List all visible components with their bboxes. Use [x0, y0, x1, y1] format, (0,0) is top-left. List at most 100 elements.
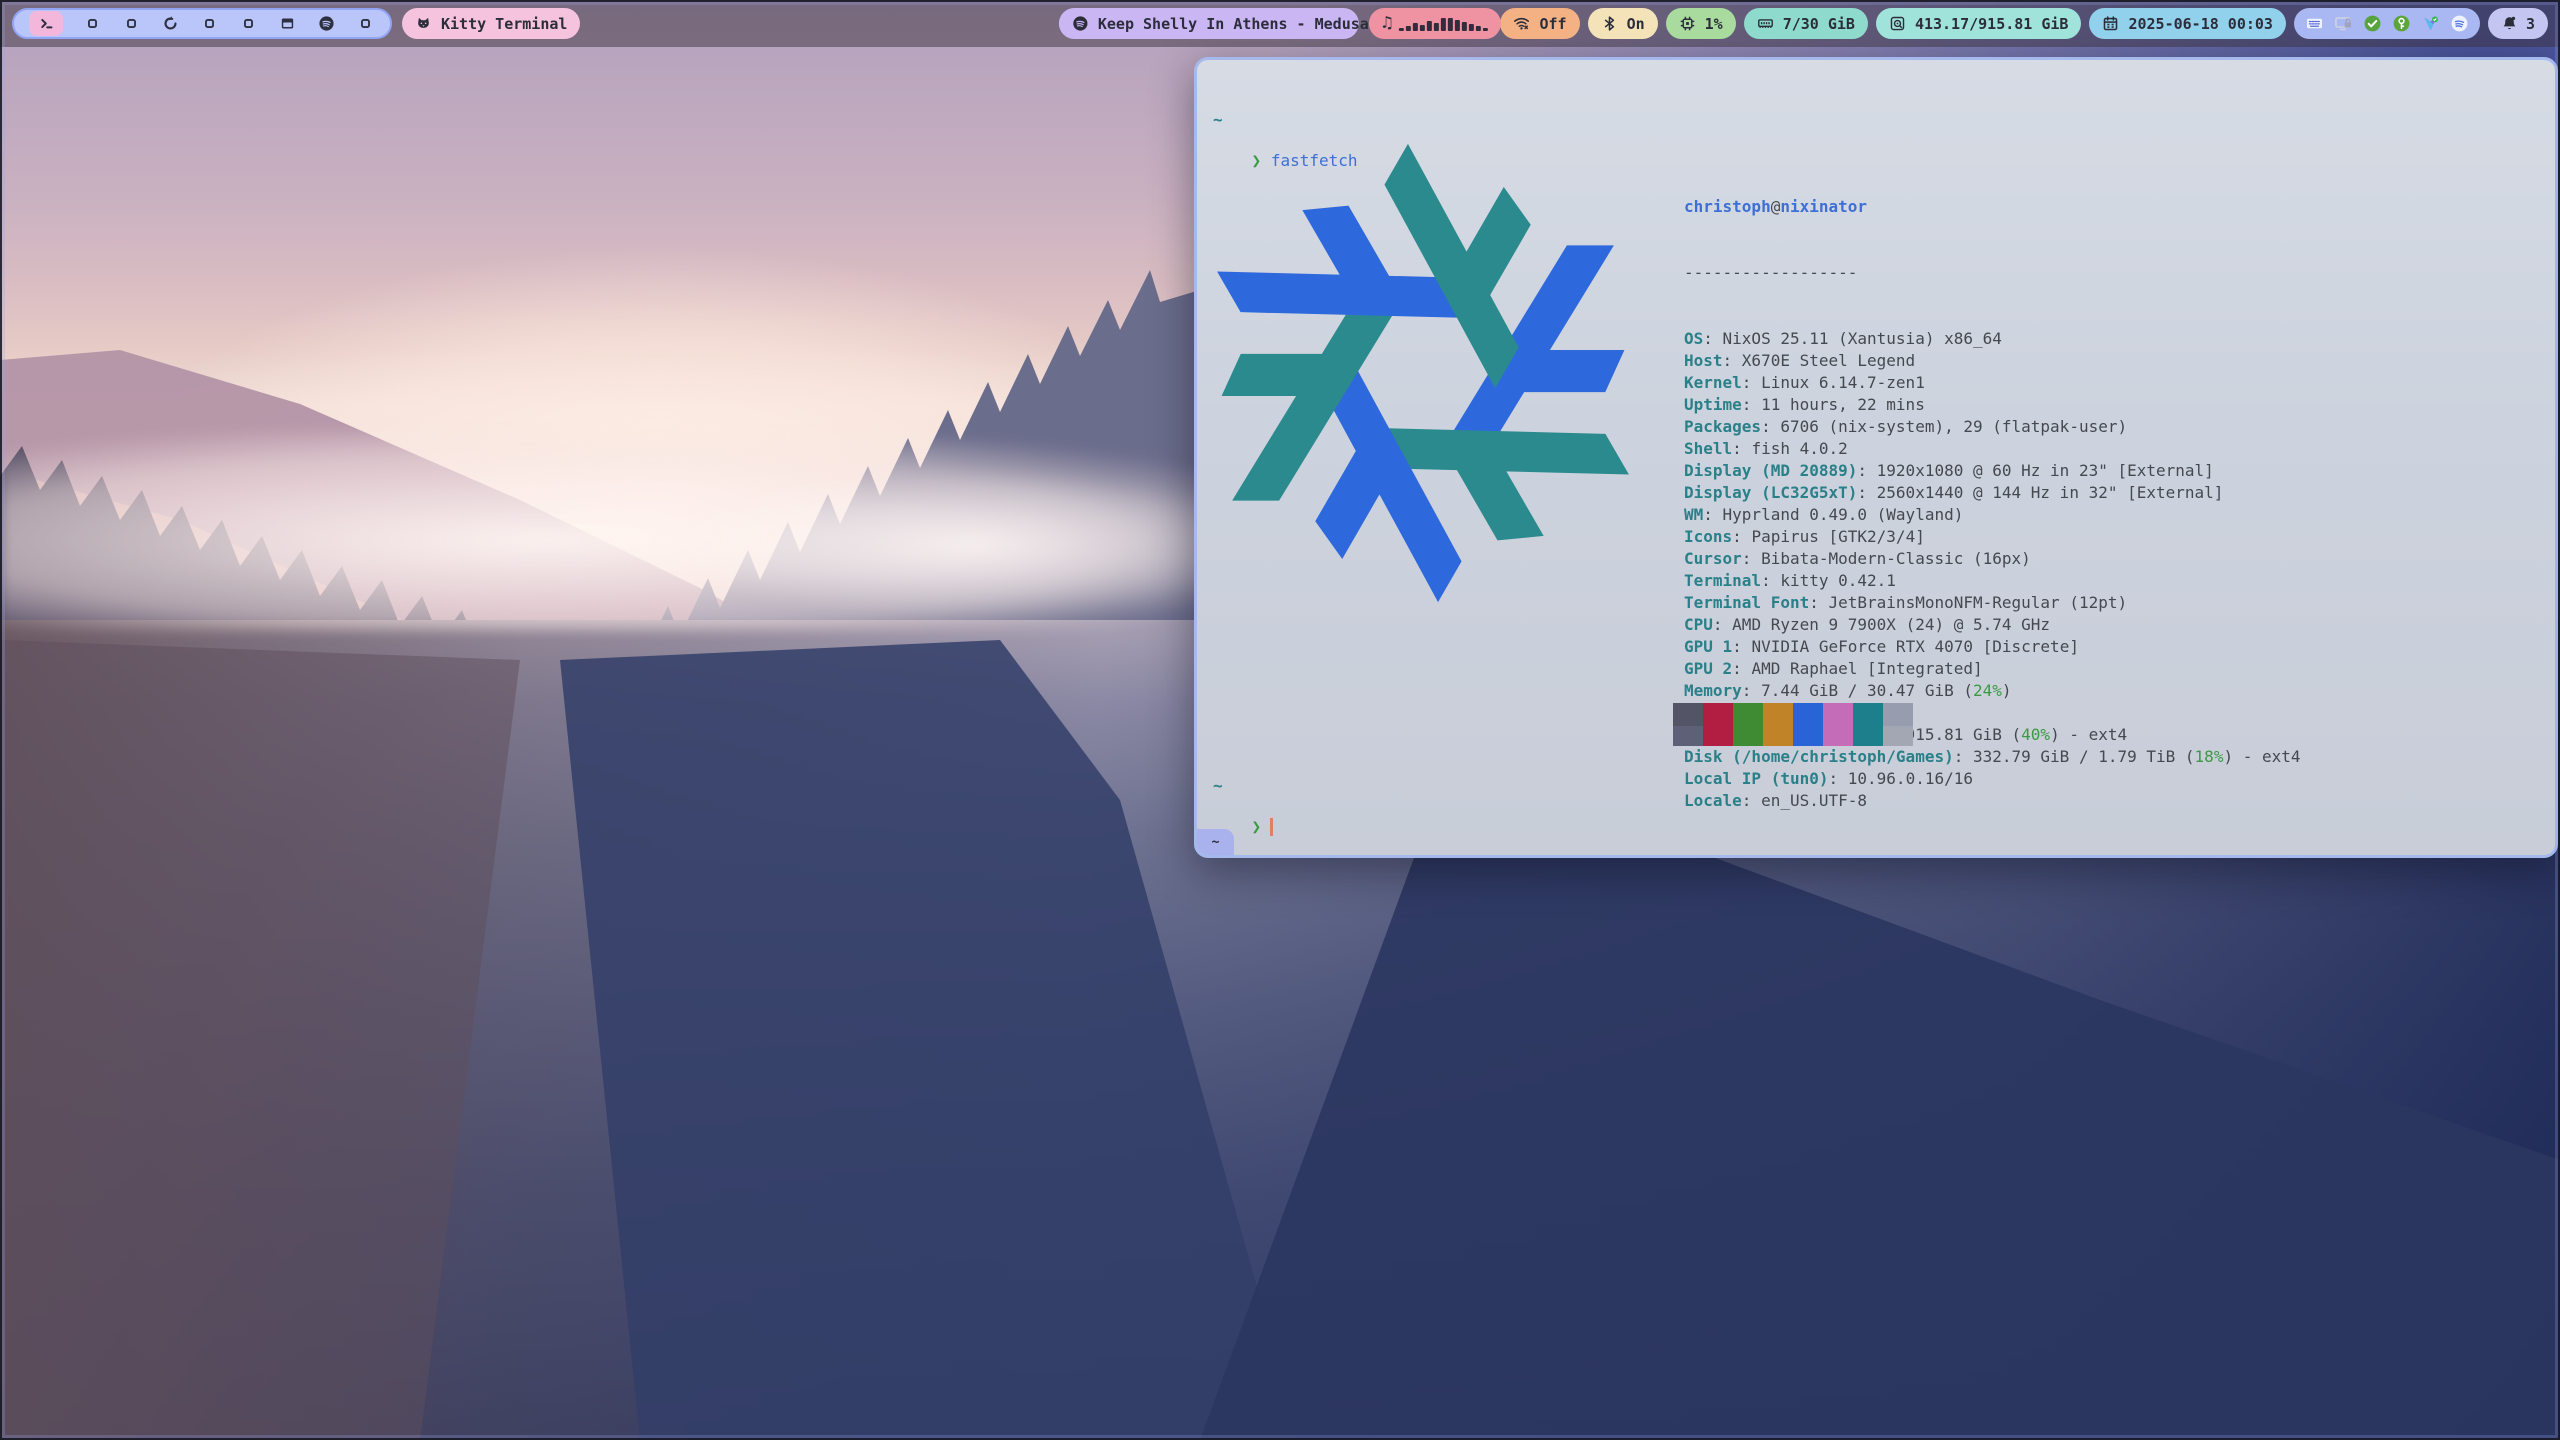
visualizer-bar — [1441, 18, 1446, 31]
visualizer-bar — [1420, 25, 1425, 31]
bar-right-group: 85%OffOn1%7/30 GiB413.17/915.81 GiB2025-… — [1413, 8, 2548, 39]
fetch-line: Terminal Font: JetBrainsMonoNFM-Regular … — [1684, 592, 2301, 614]
module-label: 1% — [1705, 15, 1723, 33]
vesktop-icon[interactable] — [2421, 14, 2440, 33]
module-label: 413.17/915.81 GiB — [1915, 15, 2069, 33]
spotify-icon — [1072, 15, 1089, 32]
module-bluetooth[interactable]: On — [1588, 8, 1658, 39]
fetch-line: Memory: 7.44 GiB / 30.47 GiB (24%) — [1684, 680, 2301, 702]
visualizer-bar — [1413, 23, 1418, 31]
fastfetch-output: christoph@nixinator ------------------ O… — [1684, 152, 2301, 856]
wifi-off-icon — [1513, 15, 1530, 32]
palette-swatch — [1823, 726, 1853, 746]
workspace-button-square[interactable] — [238, 14, 258, 34]
module-disk[interactable]: 413.17/915.81 GiB — [1876, 8, 2082, 39]
visualizer-bars — [1399, 16, 1488, 31]
palette-swatch — [1673, 703, 1703, 726]
kitty-tab-bar: ~ — [1197, 829, 2555, 855]
screen-lock-icon[interactable] — [2334, 14, 2353, 33]
visualizer-bar — [1469, 24, 1474, 31]
bluetooth-icon — [1601, 15, 1618, 32]
fetch-line: Display (LC32G5xT): 2560x1440 @ 144 Hz i… — [1684, 482, 2301, 504]
fetch-line: Host: X670E Steel Legend — [1684, 350, 2301, 372]
palette-swatch — [1793, 703, 1823, 726]
workspace-button-square[interactable] — [355, 14, 375, 34]
active-window-title[interactable]: Kitty Terminal — [402, 8, 580, 39]
fetch-line: CPU: AMD Ryzen 9 7900X (24) @ 5.74 GHz — [1684, 614, 2301, 636]
fetch-line: Display (MD 20889): 1920x1080 @ 60 Hz in… — [1684, 460, 2301, 482]
fetch-line: Packages: 6706 (nix-system), 29 (flatpak… — [1684, 416, 2301, 438]
visualizer-bar — [1476, 26, 1481, 31]
key-circle-icon[interactable] — [2392, 14, 2411, 33]
palette-swatch — [1763, 703, 1793, 726]
palette-swatch — [1853, 726, 1883, 746]
media-player-module[interactable]: Keep Shelly In Athens - Medusa — [1059, 8, 1359, 39]
palette-swatch — [1853, 703, 1883, 726]
workspace-switcher — [12, 8, 392, 39]
prompt-cwd: ~ — [1213, 110, 1223, 129]
fetch-separator: ------------------ — [1684, 262, 2301, 284]
palette-swatch — [1733, 703, 1763, 726]
terminal-color-palette — [1673, 703, 1913, 746]
palette-swatch — [1793, 726, 1823, 746]
fetch-line: Disk (/home/christoph/Games): 332.79 GiB… — [1684, 746, 2301, 768]
palette-swatch — [1703, 703, 1733, 726]
palette-swatch — [1883, 703, 1913, 726]
nixos-logo — [1194, 138, 1658, 608]
fetch-line: Cursor: Bibata-Modern-Classic (16px) — [1684, 548, 2301, 570]
visualizer-bar — [1483, 28, 1488, 31]
fetch-user-host: christoph@nixinator — [1684, 196, 2301, 218]
palette-swatch — [1733, 726, 1763, 746]
module-memory[interactable]: 7/30 GiB — [1744, 8, 1868, 39]
visualizer-bar — [1406, 26, 1411, 31]
module-cpu[interactable]: 1% — [1666, 8, 1736, 39]
kitty-terminal-window[interactable]: ~ ❯ fastfetch christoph@nixinator ------… — [1194, 57, 2558, 858]
spotify-light-icon[interactable] — [2450, 14, 2469, 33]
workspace-button-square[interactable] — [199, 14, 219, 34]
ram-icon — [1757, 15, 1774, 32]
module-label: Off — [1539, 15, 1566, 33]
cpu-icon — [1679, 15, 1696, 32]
bell-icon — [2501, 15, 2518, 32]
visualizer-bar — [1462, 22, 1467, 31]
keyboard-icon[interactable] — [2305, 14, 2324, 33]
window-title-label: Kitty Terminal — [441, 15, 567, 33]
fetch-line: Locale: en_US.UTF-8 — [1684, 790, 2301, 812]
system-tray — [2294, 8, 2480, 39]
fetch-line: Kernel: Linux 6.14.7-zen1 — [1684, 372, 2301, 394]
palette-swatch — [1673, 726, 1703, 746]
workspace-button-square[interactable] — [121, 14, 141, 34]
visualizer-bar — [1455, 20, 1460, 31]
workspace-button-window[interactable] — [277, 14, 297, 34]
fetch-line: Uptime: 11 hours, 22 mins — [1684, 394, 2301, 416]
fetch-line: GPU 1: NVIDIA GeForce RTX 4070 [Discrete… — [1684, 636, 2301, 658]
wallpaper-mist — [660, 470, 1280, 620]
music-note-icon: ♫ — [1382, 15, 1392, 32]
cat-icon — [415, 15, 432, 32]
visualizer-bar — [1427, 21, 1432, 31]
module-label: 7/30 GiB — [1783, 15, 1855, 33]
status-bar: Kitty Terminal Keep Shelly In Athens - M… — [0, 0, 2560, 47]
disk-icon — [1889, 15, 1906, 32]
prompt-cwd: ~ — [1213, 776, 1223, 795]
workspace-button-refresh[interactable] — [160, 14, 180, 34]
notifications-module[interactable]: 3 — [2488, 8, 2548, 39]
audio-visualizer-module[interactable]: ♫ — [1369, 8, 1501, 39]
module-network[interactable]: Off — [1500, 8, 1579, 39]
check-circle-icon[interactable] — [2363, 14, 2382, 33]
fetch-line: Terminal: kitty 0.42.1 — [1684, 570, 2301, 592]
module-clock[interactable]: 2025-06-18 00:03 — [2089, 8, 2286, 39]
palette-swatch — [1823, 703, 1853, 726]
palette-swatch — [1763, 726, 1793, 746]
workspace-button-spotify-ws[interactable] — [316, 14, 336, 34]
terminal-tab[interactable]: ~ — [1197, 829, 1234, 855]
module-label: On — [1627, 15, 1645, 33]
workspace-button-terminal-prompt-active[interactable] — [29, 11, 63, 36]
visualizer-bar — [1399, 28, 1404, 31]
palette-swatch — [1883, 726, 1913, 746]
fetch-line: Local IP (tun0): 10.96.0.16/16 — [1684, 768, 2301, 790]
workspace-button-square[interactable] — [82, 14, 102, 34]
palette-swatch — [1703, 726, 1733, 746]
calendar-icon — [2102, 15, 2119, 32]
media-track-label: Keep Shelly In Athens - Medusa — [1098, 15, 1369, 33]
